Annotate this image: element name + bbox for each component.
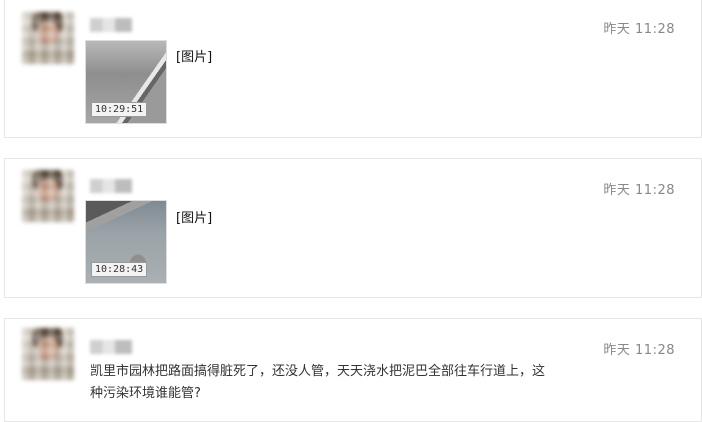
avatar[interactable] <box>22 12 74 64</box>
comment-text-line-1: 凯里市园林把路面搞得脏死了，还没人管，天天浇水把泥巴全部往车行道上，这 <box>90 364 546 379</box>
comment-card-2: 昨天 11:28 10:28:43 [图片] <box>4 158 702 298</box>
photo-thumbnail[interactable]: 10:28:43 <box>85 200 167 284</box>
comment-text-line-2: 种污染环境谁能管? <box>90 386 201 401</box>
image-placeholder-label: [图片] <box>176 50 213 65</box>
username-blurred[interactable] <box>90 340 132 354</box>
username-blurred[interactable] <box>90 18 132 32</box>
comment-text: 凯里市园林把路面搞得脏死了，还没人管，天天浇水把泥巴全部往车行道上，这 种污染环… <box>90 361 600 405</box>
image-placeholder-label: [图片] <box>176 211 213 226</box>
avatar[interactable] <box>22 170 74 222</box>
avatar[interactable] <box>22 328 74 380</box>
comment-card-3: 昨天 11:28 凯里市园林把路面搞得脏死了，还没人管，天天浇水把泥巴全部往车行… <box>4 318 702 422</box>
comment-card-1: 昨天 11:28 10:29:51 [图片] <box>4 0 702 138</box>
timestamp: 昨天 11:28 <box>603 183 675 198</box>
timestamp: 昨天 11:28 <box>603 22 675 37</box>
photo-thumbnail[interactable]: 10:29:51 <box>85 40 167 124</box>
timestamp: 昨天 11:28 <box>603 343 675 358</box>
thumbnail-timestamp: 10:28:43 <box>91 262 148 277</box>
thumbnail-timestamp: 10:29:51 <box>91 102 148 117</box>
username-blurred[interactable] <box>90 179 132 193</box>
